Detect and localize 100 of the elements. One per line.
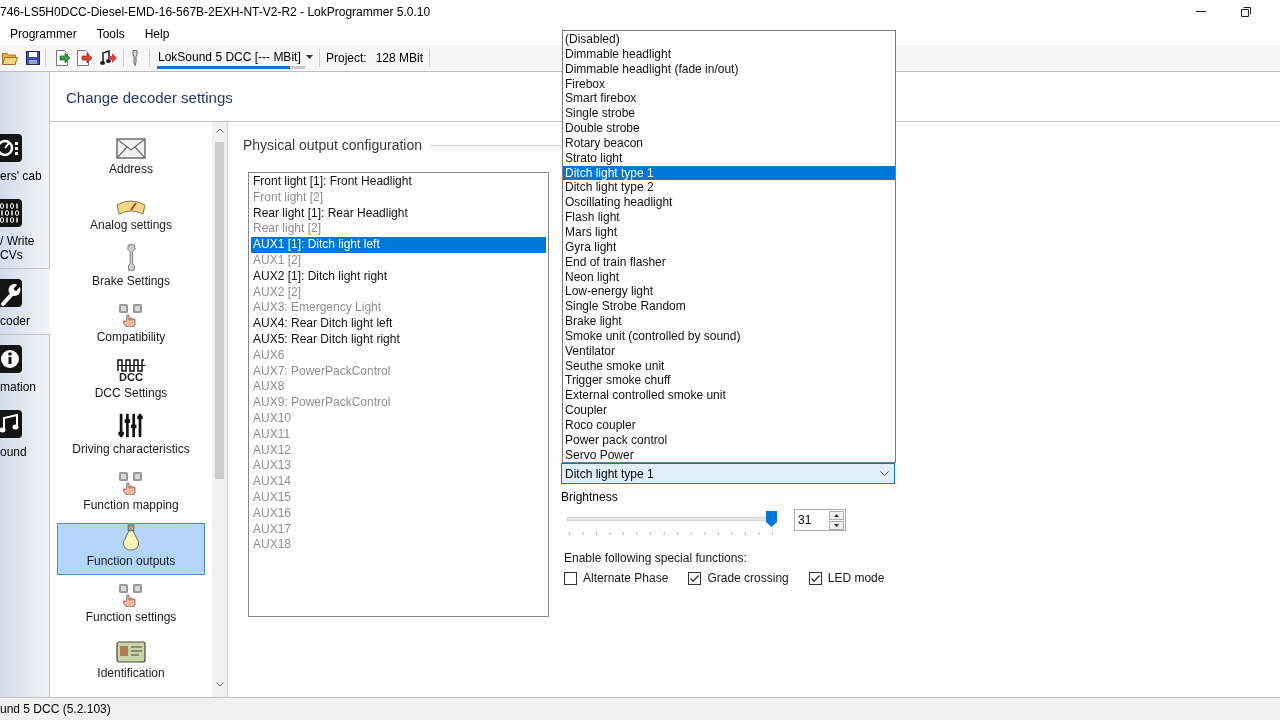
settings-nav-item[interactable]: Function mapping [57,467,205,519]
keys-hand-icon [118,471,144,495]
music-note-arrow-icon[interactable] [100,50,117,66]
category-tab[interactable]: mation [0,334,50,400]
group-title: Physical output configuration [243,136,422,154]
dropdown-option[interactable]: Flash light [563,210,895,225]
settings-nav-item[interactable]: Identification [57,635,205,687]
dropdown-option[interactable]: Brake light [563,314,895,329]
dropdown-option[interactable]: Trigger smoke chuff [563,373,895,389]
restore-icon [1240,6,1251,17]
dropdown-option[interactable]: Dimmable headlight (fade in/out) [563,61,895,77]
open-folder-icon[interactable] [2,51,18,65]
settings-nav-item[interactable]: Function settings [57,579,205,631]
dropdown-option[interactable]: Oscillating headlight [563,195,895,211]
output-item[interactable]: AUX1 [1]: Ditch light left [251,237,546,253]
checkbox-label[interactable]: Alternate Phase [583,571,669,585]
dropdown-list[interactable] [562,30,896,463]
slider-track[interactable] [567,511,777,527]
minimize-icon [1195,11,1206,12]
dropdown-option[interactable]: External controlled smoke unit [563,388,895,404]
sliders-icon [117,412,145,439]
waveform-icon [117,359,145,372]
settings-nav-item[interactable]: DCC DCC Settings [57,355,205,407]
dropdown-option[interactable]: Seuthe smoke unit [563,358,895,374]
dropdown-option[interactable]: Smoke unit (controlled by sound) [563,328,895,344]
settings-nav-item[interactable]: Address [57,131,205,183]
dropdown-option[interactable]: Neon light [563,269,895,285]
dropdown-option[interactable]: Ventilator [563,343,895,359]
chevron-down-icon [215,682,224,687]
category-tab[interactable]: ound [0,400,50,465]
output-mode-combobox[interactable]: Ditch light type 1 [561,463,895,484]
dropdown-option[interactable]: Low-energy light [563,284,895,300]
icon-text: DCC [119,372,143,383]
binary-digits-icon [0,199,22,227]
menu-item[interactable]: Tools [86,24,135,44]
dropdown-option[interactable]: Gyra light [563,239,895,255]
menu-item[interactable]: Programmer [0,24,87,44]
settings-nav-item[interactable]: Function outputs [57,523,205,575]
light-bulb-icon [121,524,141,551]
envelope-icon [116,138,146,159]
checkbox-label[interactable]: LED mode [827,571,885,585]
dropdown-option[interactable]: Single strobe [563,106,895,122]
output-list[interactable] [248,172,549,617]
dropdown-option[interactable]: Ditch light type 2 [563,180,895,196]
dropdown-option[interactable]: Double strobe [563,121,895,136]
spin-down-button[interactable] [829,520,844,530]
dropdown-option[interactable]: End of train flasher [563,254,895,270]
slider-thumb[interactable] [766,511,777,527]
checkbox[interactable] [808,571,822,585]
category-tab[interactable]: ers' cab [0,124,50,189]
dropdown-option[interactable]: Ditch light type 1 [563,165,895,181]
scrollbar-thumb[interactable] [215,142,224,479]
document-arrow-in-icon[interactable] [54,50,70,66]
output-item[interactable]: AUX2 [1]: Ditch light right [251,268,546,285]
dropdown-option[interactable]: (Disabled) [563,32,895,47]
checkbox[interactable] [688,571,702,585]
window-title: 746-LS5H0DCC-Diesel-EMD-16-567B-2EXH-NT-V2-R2 - LokProgrammer 5.0.10 [0,3,431,21]
dropdown-option[interactable]: Single Strobe Random [563,299,895,315]
keys-hand-icon [118,583,144,607]
project-size: 128 MBit [375,50,424,67]
dropdown-option[interactable]: Coupler [563,403,895,418]
output-item[interactable]: Rear light [1]: Rear Headlight [251,205,546,222]
category-tab[interactable]: / Write CVs [0,189,50,269]
decoder-dropdown[interactable]: LokSound 5 DCC [--- MBit] [157,47,317,66]
gauge-icon [116,199,146,215]
triangle-down-icon [834,523,839,527]
caret-down-icon [306,54,313,59]
dropdown-option[interactable]: Rotary beacon [563,135,895,151]
dropdown-option[interactable]: Smart firebox [563,91,895,107]
dropdown-option[interactable]: Mars light [563,224,895,240]
keys-hand-icon [118,303,144,327]
special-functions-label: Enable following special functions: [563,551,748,565]
settings-nav-item[interactable]: Compatibility [57,299,205,351]
output-item[interactable]: Front light [1]: Front Headlight [251,174,546,190]
document-arrow-out-icon[interactable] [77,50,93,66]
settings-nav-item[interactable]: Analog settings [57,187,205,239]
checkbox-label[interactable]: Grade crossing [707,571,789,585]
dropdown-option[interactable]: Strato light [563,150,895,166]
dropdown-option[interactable]: Dimmable headlight [563,46,895,62]
checkbox[interactable] [564,571,577,585]
settings-nav-item[interactable]: Driving characteristics [57,411,205,463]
status-text: und 5 DCC (5.2.103) [0,701,111,718]
category-tab[interactable]: coder [0,269,50,334]
dropdown-option[interactable]: Roco coupler [563,417,895,433]
probe-icon[interactable] [130,50,140,66]
music-notes-icon [0,410,22,438]
settings-nav-item[interactable]: Brake Settings [57,243,205,295]
brightness-label: Brightness [561,490,619,504]
dropdown-option[interactable]: Firebox [563,76,895,92]
project-label: Project: [326,50,367,67]
spin-up-button[interactable] [829,510,844,520]
menu-item[interactable]: Help [134,24,180,44]
number-spin-box[interactable]: 31 [794,509,846,531]
dropdown-option[interactable]: Power pack control [563,432,895,448]
dropdown-option[interactable]: Servo Power [563,447,895,463]
output-item[interactable]: AUX5: Rear Ditch light right [251,331,546,348]
page-heading: Change decoder settings [66,87,233,108]
wrench-icon [0,279,22,307]
output-item[interactable]: AUX4: Rear Ditch light left [251,316,546,332]
chevron-down-icon [880,471,889,476]
